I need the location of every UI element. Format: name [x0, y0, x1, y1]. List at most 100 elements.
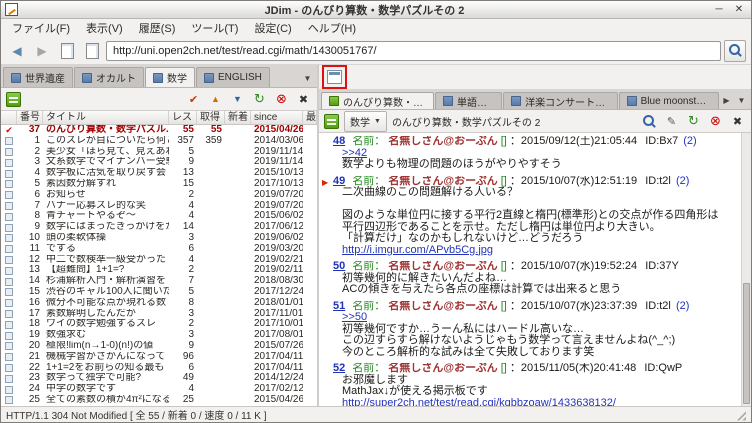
table-row[interactable]: ✔ 9 数学にはまったきっかけをか 14 2017/06/12	[1, 222, 317, 233]
board-tab[interactable]: ENGLISH	[196, 67, 270, 87]
post-number-link[interactable]: 50	[333, 261, 345, 272]
poster-name[interactable]: 名無しさん@おーぷん	[388, 136, 497, 147]
menu-item[interactable]: 履歴(S)	[131, 19, 184, 37]
thread-tab[interactable]: 単語スレ	[434, 92, 503, 109]
reload-button[interactable]: ↻	[685, 113, 702, 130]
row-state-cell: ✔	[1, 222, 17, 233]
url-input[interactable]	[106, 40, 721, 61]
header-number[interactable]: 番号	[17, 111, 43, 124]
table-row[interactable]: ✔ 7 バナー応募スレ的な笑 4 2019/07/20	[1, 201, 317, 212]
tab-list-dropdown-button[interactable]: ▼	[734, 91, 749, 109]
board-tab[interactable]: 世界遺産	[3, 67, 73, 87]
menu-item[interactable]: ヘルプ(H)	[300, 19, 364, 37]
table-row[interactable]: ✔ 18 ワイの数学勉強するスレ 2 2017/10/01	[1, 319, 317, 330]
menu-item[interactable]: ツール(T)	[183, 19, 246, 37]
post-number-link[interactable]: 52	[333, 363, 345, 374]
post-id-count[interactable]: (2)	[683, 136, 696, 147]
menu-item[interactable]: 表示(V)	[78, 19, 131, 37]
table-row[interactable]: ✔ 4 数学板に活気を取り戻す会 13 2015/10/13	[1, 168, 317, 179]
stop-button[interactable]: ⊗	[707, 113, 724, 130]
table-row[interactable]: ✔ 2 美少女「ほら見て、見えあわ 5 2019/11/14	[1, 147, 317, 158]
table-row[interactable]: ✔ 25 全ての素数の積が4π²になる 25 2015/04/26	[1, 395, 317, 406]
table-row[interactable]: ✔ 11 でする 6 2019/03/20	[1, 244, 317, 255]
scroll-down-button[interactable]: ▼	[229, 91, 246, 108]
poster-name[interactable]: 名無しさん@おーぷん	[388, 261, 497, 272]
thread-state-icon	[5, 266, 13, 275]
table-row[interactable]: ✔ 23 数学って独学で可能? 49 2014/12/24	[1, 373, 317, 384]
check-update-button[interactable]: ✔	[185, 91, 202, 108]
resize-grip[interactable]	[734, 408, 746, 421]
write-post-button[interactable]: ✎	[663, 113, 680, 130]
table-row[interactable]: ✔ 5 素因数分解すれ 15 2017/10/13	[1, 179, 317, 190]
table-row[interactable]: ✔ 8 青チャートやるぞ〜 4 2015/06/02	[1, 211, 317, 222]
board-tab[interactable]: 数学	[145, 67, 195, 87]
menu-item[interactable]: ファイル(F)	[4, 19, 78, 37]
header-new[interactable]: 新着	[225, 111, 251, 124]
search-in-thread-button[interactable]	[641, 113, 658, 130]
table-row[interactable]: ✔ 12 中二で数検準一級受かった 4 2019/02/21	[1, 255, 317, 266]
header-since[interactable]: since	[251, 111, 303, 124]
board-tab[interactable]: オカルト	[74, 67, 144, 87]
table-row[interactable]: ✔ 13 【超難問】1+1=? 2 2019/02/11	[1, 265, 317, 276]
post-number-link[interactable]: 51	[333, 301, 345, 312]
tab-list-dropdown-button[interactable]: ▼	[300, 69, 315, 87]
poster-name[interactable]: 名無しさん@おーぷん	[388, 176, 497, 187]
header-last-write[interactable]: 最終書込	[303, 111, 317, 124]
thread-tab[interactable]: のんびり算数・数...	[321, 92, 434, 109]
post-number-link[interactable]: 48	[333, 136, 345, 147]
post-number-link[interactable]: 49	[333, 176, 345, 187]
reload-button[interactable]: ↻	[251, 91, 268, 108]
article-view-button[interactable]	[81, 40, 103, 62]
thread-got-count	[197, 352, 225, 363]
post-id-link[interactable]: ID:QwP	[644, 363, 682, 374]
back-button[interactable]: ◀	[6, 40, 28, 62]
post-text-line[interactable]: http://i.imgur.com/APvb5Cg.jpg	[333, 244, 727, 257]
table-row[interactable]: ✔ 3 文系数学でマイナンバー受験 9 2019/11/14	[1, 157, 317, 168]
table-row[interactable]: ✔ 14 杉浦解析入門・解析演習を 7 2018/08/30	[1, 276, 317, 287]
close-button[interactable]: ✕	[731, 3, 747, 17]
table-row[interactable]: ✔ 15 渋谷のギャル100人に聞いた 5 2017/12/24	[1, 287, 317, 298]
table-row[interactable]: ✔ 19 数強求む 3 2017/08/01	[1, 330, 317, 341]
table-row[interactable]: ✔ 22 1+1=2をお前らの知る最も 6 2017/04/11	[1, 363, 317, 374]
thread-tab[interactable]: Blue moonston...	[618, 92, 719, 109]
stop-button[interactable]: ⊗	[273, 91, 290, 108]
table-row[interactable]: ✔ 10 頭の柔軟体操 3 2019/06/02	[1, 233, 317, 244]
thread-window-button[interactable]	[325, 68, 344, 86]
post-id-link[interactable]: ID:t2l	[645, 301, 671, 312]
poster-name[interactable]: 名無しさん@おーぷん	[388, 301, 497, 312]
table-row[interactable]: ✔ 17 素数解明したんだが 3 2017/11/01	[1, 309, 317, 320]
table-row[interactable]: ✔ 21 機械学習がさかんになって 96 2017/04/11	[1, 352, 317, 363]
header-title[interactable]: タイトル	[43, 111, 169, 124]
header-res[interactable]: レス	[169, 111, 197, 124]
thread-list-button[interactable]	[56, 40, 78, 62]
tab-scroll-right-button[interactable]: ▶	[719, 91, 734, 109]
open-url-search-button[interactable]	[724, 39, 746, 62]
table-row[interactable]: ✔ 37 のんびり算数・数学パズル... 55 55 2015/04/26	[1, 125, 317, 136]
thread-new-count	[225, 330, 251, 341]
table-row[interactable]: ✔ 20 極限!lim(n→1-0)(n!)の値 9 2015/07/26	[1, 341, 317, 352]
thread-tab[interactable]: 洋楽コンサートスレ	[503, 92, 618, 109]
forward-button[interactable]: ▶	[31, 40, 53, 62]
post-text-line[interactable]: http://super2ch.net/test/read.cgi/kqbbzo…	[333, 397, 727, 406]
poster-name[interactable]: 名無しさん@おーぷん	[388, 363, 497, 374]
close-tab-button[interactable]: ✖	[295, 91, 312, 108]
post-id-count[interactable]: (2)	[676, 176, 689, 187]
post-id-link[interactable]: ID:37Y	[645, 261, 679, 272]
scroll-up-button[interactable]: ▲	[207, 91, 224, 108]
header-got[interactable]: 取得	[197, 111, 225, 124]
close-tab-button[interactable]: ✖	[729, 113, 746, 130]
minimize-button[interactable]: ─	[711, 3, 727, 17]
header-icon-col[interactable]	[1, 111, 17, 124]
post-id-link[interactable]: ID:Bx7	[645, 136, 678, 147]
menu-item[interactable]: 設定(C)	[246, 19, 299, 37]
post-id-link[interactable]: ID:t2l	[645, 176, 671, 187]
board-select[interactable]: 数学 ▼	[344, 110, 387, 132]
scrollbar-thumb[interactable]	[743, 283, 750, 404]
table-row[interactable]: ✔ 16 微分不可能な点が現れる数 8 2018/01/01	[1, 298, 317, 309]
table-row[interactable]: ✔ 24 中学の数学です 4 2017/02/12	[1, 384, 317, 395]
table-row[interactable]: ✔ 1 このスレが目についたら何と 357 359 2014/03/06	[1, 136, 317, 147]
table-row[interactable]: ✔ 6 お知らせ 2 2019/07/20	[1, 190, 317, 201]
post-id-count[interactable]: (2)	[676, 301, 689, 312]
post-text-line[interactable]: >>50	[333, 311, 727, 324]
scrollbar[interactable]	[741, 133, 751, 406]
